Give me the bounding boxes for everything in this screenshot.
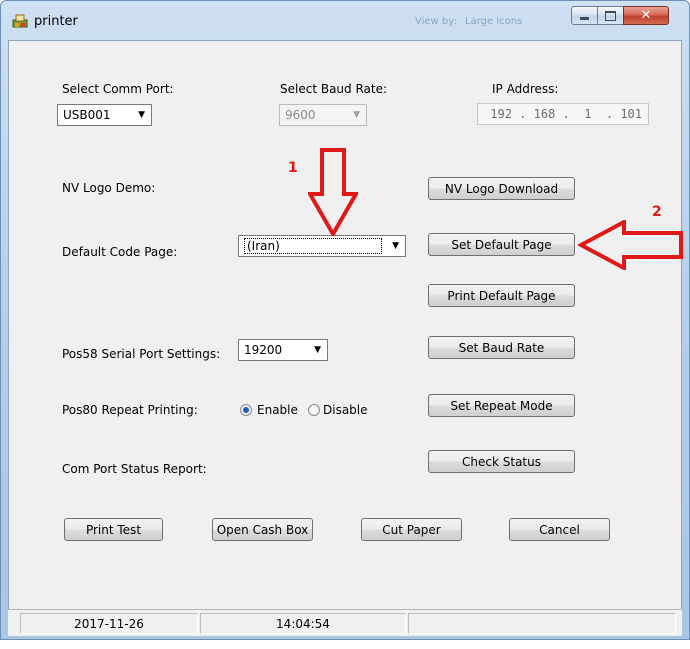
- minimize-button[interactable]: [571, 6, 598, 25]
- maximize-button[interactable]: [597, 6, 624, 25]
- comm-port-select[interactable]: USB001 ▼: [57, 104, 152, 126]
- baud-rate-value: 9600: [285, 108, 316, 122]
- annotation-arrow-left-icon: [578, 220, 683, 270]
- set-baud-rate-button[interactable]: Set Baud Rate: [428, 336, 575, 359]
- chevron-down-icon: ▼: [353, 110, 360, 120]
- status-date: 2017-11-26: [20, 613, 198, 634]
- baud-rate-select[interactable]: 9600 ▼: [279, 104, 367, 126]
- annotation-number-2: 2: [652, 204, 662, 220]
- default-code-page-label: Default Code Page:: [62, 245, 178, 259]
- ip-address-label: IP Address:: [492, 82, 559, 96]
- disable-radio[interactable]: [308, 404, 320, 416]
- status-time: 14:04:54: [200, 613, 406, 634]
- ip-address-value: 192 . 168 . 1 . 101: [490, 107, 642, 121]
- status-extra: [408, 613, 676, 634]
- background-view-by-text: View by:: [415, 16, 457, 27]
- disable-radio-label[interactable]: Disable: [323, 403, 368, 417]
- printer-app-icon: [12, 13, 28, 29]
- comm-port-value: USB001: [63, 108, 111, 122]
- annotation-arrow-down-icon: [308, 148, 358, 236]
- chevron-down-icon: ▼: [138, 110, 145, 120]
- dialog-client-area: [8, 40, 682, 636]
- code-page-select[interactable]: (Iran) ▼: [238, 235, 406, 257]
- enable-radio-label[interactable]: Enable: [257, 403, 298, 417]
- window-title: printer: [34, 14, 78, 29]
- print-default-page-button[interactable]: Print Default Page: [428, 284, 575, 307]
- maximize-icon: [605, 10, 616, 21]
- nv-logo-label: NV Logo Demo:: [62, 181, 156, 195]
- cancel-button[interactable]: Cancel: [509, 518, 610, 541]
- background-large-icons-text: Large icons: [465, 16, 523, 27]
- close-button[interactable]: ✕: [623, 6, 669, 25]
- pos58-baud-select[interactable]: 19200 ▼: [238, 339, 328, 361]
- title-bar[interactable]: printer View by: Large icons ✕: [0, 0, 690, 40]
- pos80-repeat-label: Pos80 Repeat Printing:: [62, 403, 198, 417]
- chevron-down-icon: ▼: [392, 241, 399, 251]
- print-test-button[interactable]: Print Test: [64, 518, 163, 541]
- open-cash-box-button[interactable]: Open Cash Box: [212, 518, 313, 541]
- close-icon: ✕: [640, 8, 652, 23]
- set-default-page-button[interactable]: Set Default Page: [428, 233, 575, 256]
- chevron-down-icon: ▼: [314, 345, 321, 355]
- nv-logo-download-button[interactable]: NV Logo Download: [428, 177, 575, 200]
- pos58-serial-label: Pos58 Serial Port Settings:: [62, 347, 221, 361]
- code-page-value: (Iran): [244, 238, 382, 254]
- com-port-status-label: Com Port Status Report:: [62, 462, 207, 476]
- status-bar: 2017-11-26 14:04:54: [8, 609, 682, 636]
- pos58-baud-value: 19200: [244, 343, 283, 357]
- set-repeat-mode-button[interactable]: Set Repeat Mode: [428, 394, 575, 417]
- minimize-icon: [580, 17, 589, 20]
- ip-address-field[interactable]: 192 . 168 . 1 . 101: [477, 103, 649, 125]
- check-status-button[interactable]: Check Status: [428, 450, 575, 473]
- cut-paper-button[interactable]: Cut Paper: [361, 518, 462, 541]
- annotation-number-1: 1: [288, 160, 298, 176]
- baud-rate-label: Select Baud Rate:: [280, 82, 388, 96]
- comm-port-label: Select Comm Port:: [62, 82, 174, 96]
- enable-radio[interactable]: [240, 404, 252, 416]
